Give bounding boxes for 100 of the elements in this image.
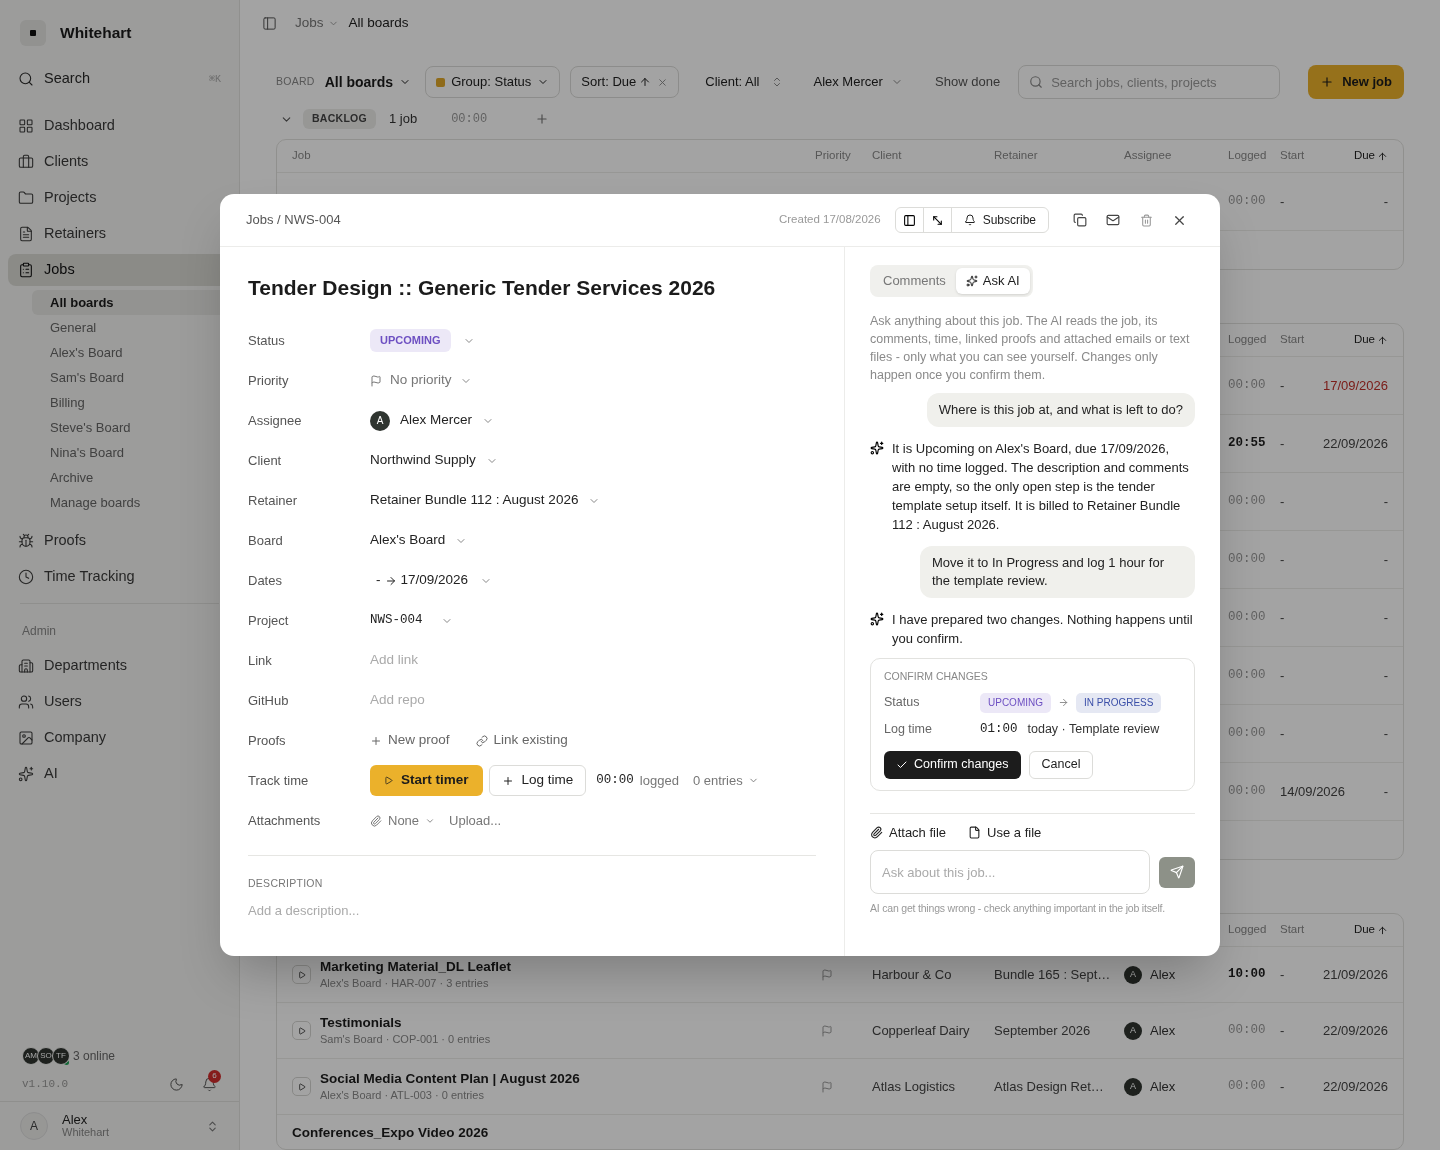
nav-item[interactable]: Users bbox=[8, 686, 231, 718]
column-header[interactable]: Assignee bbox=[1124, 147, 1172, 165]
attachments-dropdown[interactable]: None bbox=[370, 810, 436, 831]
date-range-dropdown[interactable]: - 17/09/2026 bbox=[370, 570, 493, 591]
message-field[interactable]: Ask about this job... bbox=[870, 850, 1150, 895]
play-button[interactable] bbox=[292, 1077, 311, 1096]
tab[interactable]: Ask AI bbox=[955, 268, 1030, 294]
play-button[interactable] bbox=[292, 965, 311, 984]
clipboard-icon bbox=[18, 262, 34, 278]
board-link[interactable]: Billing bbox=[32, 390, 231, 415]
column-header[interactable]: Logged bbox=[1228, 147, 1267, 165]
board-link[interactable]: Manage boards bbox=[32, 490, 231, 515]
nav-item[interactable]: Time Tracking bbox=[8, 561, 231, 593]
log-time-button[interactable]: Log time bbox=[488, 765, 587, 796]
status-badge[interactable]: UPCOMING bbox=[370, 329, 451, 352]
breadcrumb-link[interactable]: Jobs bbox=[295, 12, 324, 34]
logged-time: 00:00 bbox=[1228, 377, 1266, 395]
play-button[interactable] bbox=[292, 1021, 311, 1040]
nav-item[interactable]: Clients bbox=[8, 146, 231, 178]
column-header[interactable]: Retainer bbox=[994, 147, 1038, 165]
job-title[interactable]: Social Media Content Plan | August 2026 bbox=[320, 1069, 580, 1087]
flag-icon[interactable] bbox=[821, 1080, 833, 1093]
user-avatar: A bbox=[20, 1112, 48, 1140]
nav-item[interactable]: Retainers bbox=[8, 218, 231, 250]
logged-time: 00:00 bbox=[1228, 1022, 1266, 1040]
priority-dropdown[interactable]: No priority bbox=[370, 370, 472, 391]
nav-item[interactable]: Projects bbox=[8, 182, 231, 214]
job-meta: Sam's Board · COP-001 · 0 entries bbox=[320, 1031, 491, 1047]
column-header[interactable]: Priority bbox=[815, 147, 851, 165]
project-dropdown[interactable]: NWS-004 bbox=[370, 611, 453, 630]
notifications-icon[interactable] bbox=[202, 1076, 217, 1092]
confirm-button[interactable]: Confirm changes bbox=[884, 750, 1021, 779]
intro-text: Ask anything about this job. The AI reads the job, its comments, time, linked proofs and attached emails or text files - only what you can see yourself. Changes only happen once you confirm them. bbox=[870, 313, 1191, 384]
start-date: - bbox=[1280, 608, 1285, 627]
column-header[interactable]: Start bbox=[1280, 921, 1305, 939]
change-label: Status bbox=[884, 694, 921, 712]
column-header[interactable]: Logged bbox=[1228, 921, 1267, 939]
board-link[interactable]: Steve's Board bbox=[32, 415, 231, 440]
job-title[interactable]: Marketing Material_DL Leaflet bbox=[320, 957, 512, 975]
send-button[interactable] bbox=[1159, 856, 1195, 888]
column-header[interactable]: Due bbox=[1353, 331, 1388, 349]
search-field[interactable]: Search jobs, clients, projects bbox=[1018, 65, 1281, 99]
nav-item[interactable]: Proofs bbox=[8, 525, 231, 557]
chevron-updown-icon[interactable] bbox=[206, 1119, 219, 1133]
column-header[interactable]: Client bbox=[872, 147, 902, 165]
proof-action[interactable]: Link existing bbox=[475, 730, 568, 751]
flag-icon[interactable] bbox=[821, 968, 833, 981]
column-header[interactable]: Due bbox=[1353, 147, 1388, 165]
start-date: - bbox=[1280, 376, 1285, 395]
board-dropdown[interactable]: All boards bbox=[324, 71, 412, 93]
users-icon bbox=[18, 694, 34, 710]
square-icon bbox=[436, 77, 446, 87]
use-file-button[interactable]: Use a file bbox=[968, 822, 1042, 843]
column-header[interactable]: Job bbox=[292, 147, 311, 165]
select-dropdown[interactable]: Alex's Board bbox=[370, 530, 468, 551]
attach-file-button[interactable]: Attach file bbox=[870, 822, 947, 843]
select-dropdown[interactable]: Northwind Supply bbox=[370, 450, 498, 471]
board-link[interactable]: Sam's Board bbox=[32, 365, 231, 390]
upload-link[interactable]: Upload... bbox=[449, 810, 502, 831]
entries-dropdown[interactable]: 0 entries bbox=[692, 770, 759, 791]
board-link[interactable]: General bbox=[32, 315, 231, 340]
show-done-button[interactable]: Show done bbox=[935, 72, 1001, 92]
sort-button[interactable]: Sort: Due bbox=[570, 66, 680, 98]
proof-action[interactable]: New proof bbox=[370, 730, 450, 751]
sidebar-toggle-icon[interactable] bbox=[262, 15, 277, 31]
nav-item[interactable]: Dashboard bbox=[8, 110, 231, 142]
add-icon[interactable] bbox=[535, 112, 550, 126]
tab[interactable]: Comments bbox=[873, 268, 956, 294]
start-timer-button[interactable]: Start timer bbox=[370, 765, 483, 796]
logo-icon bbox=[20, 20, 46, 46]
field-label: Attachments bbox=[248, 811, 322, 830]
nav-item[interactable]: Departments bbox=[8, 650, 231, 682]
moon-icon[interactable] bbox=[169, 1076, 184, 1092]
job-title[interactable]: Conferences_Expo Video 2026 bbox=[292, 1123, 489, 1141]
mail-icon bbox=[1106, 213, 1120, 227]
brand-name: Whitehart bbox=[60, 23, 132, 44]
new-job-button[interactable]: New job bbox=[1308, 65, 1404, 99]
column-header[interactable]: Logged bbox=[1228, 331, 1267, 349]
column-header[interactable]: Start bbox=[1280, 147, 1305, 165]
version-label: v1.10.0 bbox=[22, 1076, 69, 1092]
logged-time: 00:00 bbox=[1228, 1078, 1266, 1096]
nav-item[interactable]: Company bbox=[8, 722, 231, 754]
close-icon[interactable] bbox=[657, 76, 669, 88]
job-title[interactable]: Testimonials bbox=[320, 1013, 491, 1031]
flag-icon[interactable] bbox=[821, 1024, 833, 1037]
field-label: Retainer bbox=[248, 491, 299, 510]
board-link[interactable]: Nina's Board bbox=[32, 440, 231, 465]
column-header[interactable]: Start bbox=[1280, 331, 1305, 349]
column-header[interactable]: Due bbox=[1353, 921, 1388, 939]
select-dropdown[interactable]: Retainer Bundle 112 : August 2026 bbox=[370, 490, 601, 511]
board-link[interactable]: Alex's Board bbox=[32, 340, 231, 365]
assignee-filter[interactable]: Alex Mercer bbox=[803, 66, 913, 98]
board-link[interactable]: Archive bbox=[32, 465, 231, 490]
group-dropdown[interactable]: Group: Status bbox=[425, 66, 561, 98]
client-filter[interactable]: Client: All bbox=[695, 66, 794, 98]
sort-arrow-icon bbox=[1377, 150, 1388, 162]
assignee-dropdown[interactable]: A Alex Mercer bbox=[370, 410, 494, 431]
group-badge: BACKLOG bbox=[303, 109, 376, 129]
cancel-button[interactable]: Cancel bbox=[1028, 750, 1094, 779]
nav-item[interactable]: AI bbox=[8, 758, 231, 790]
